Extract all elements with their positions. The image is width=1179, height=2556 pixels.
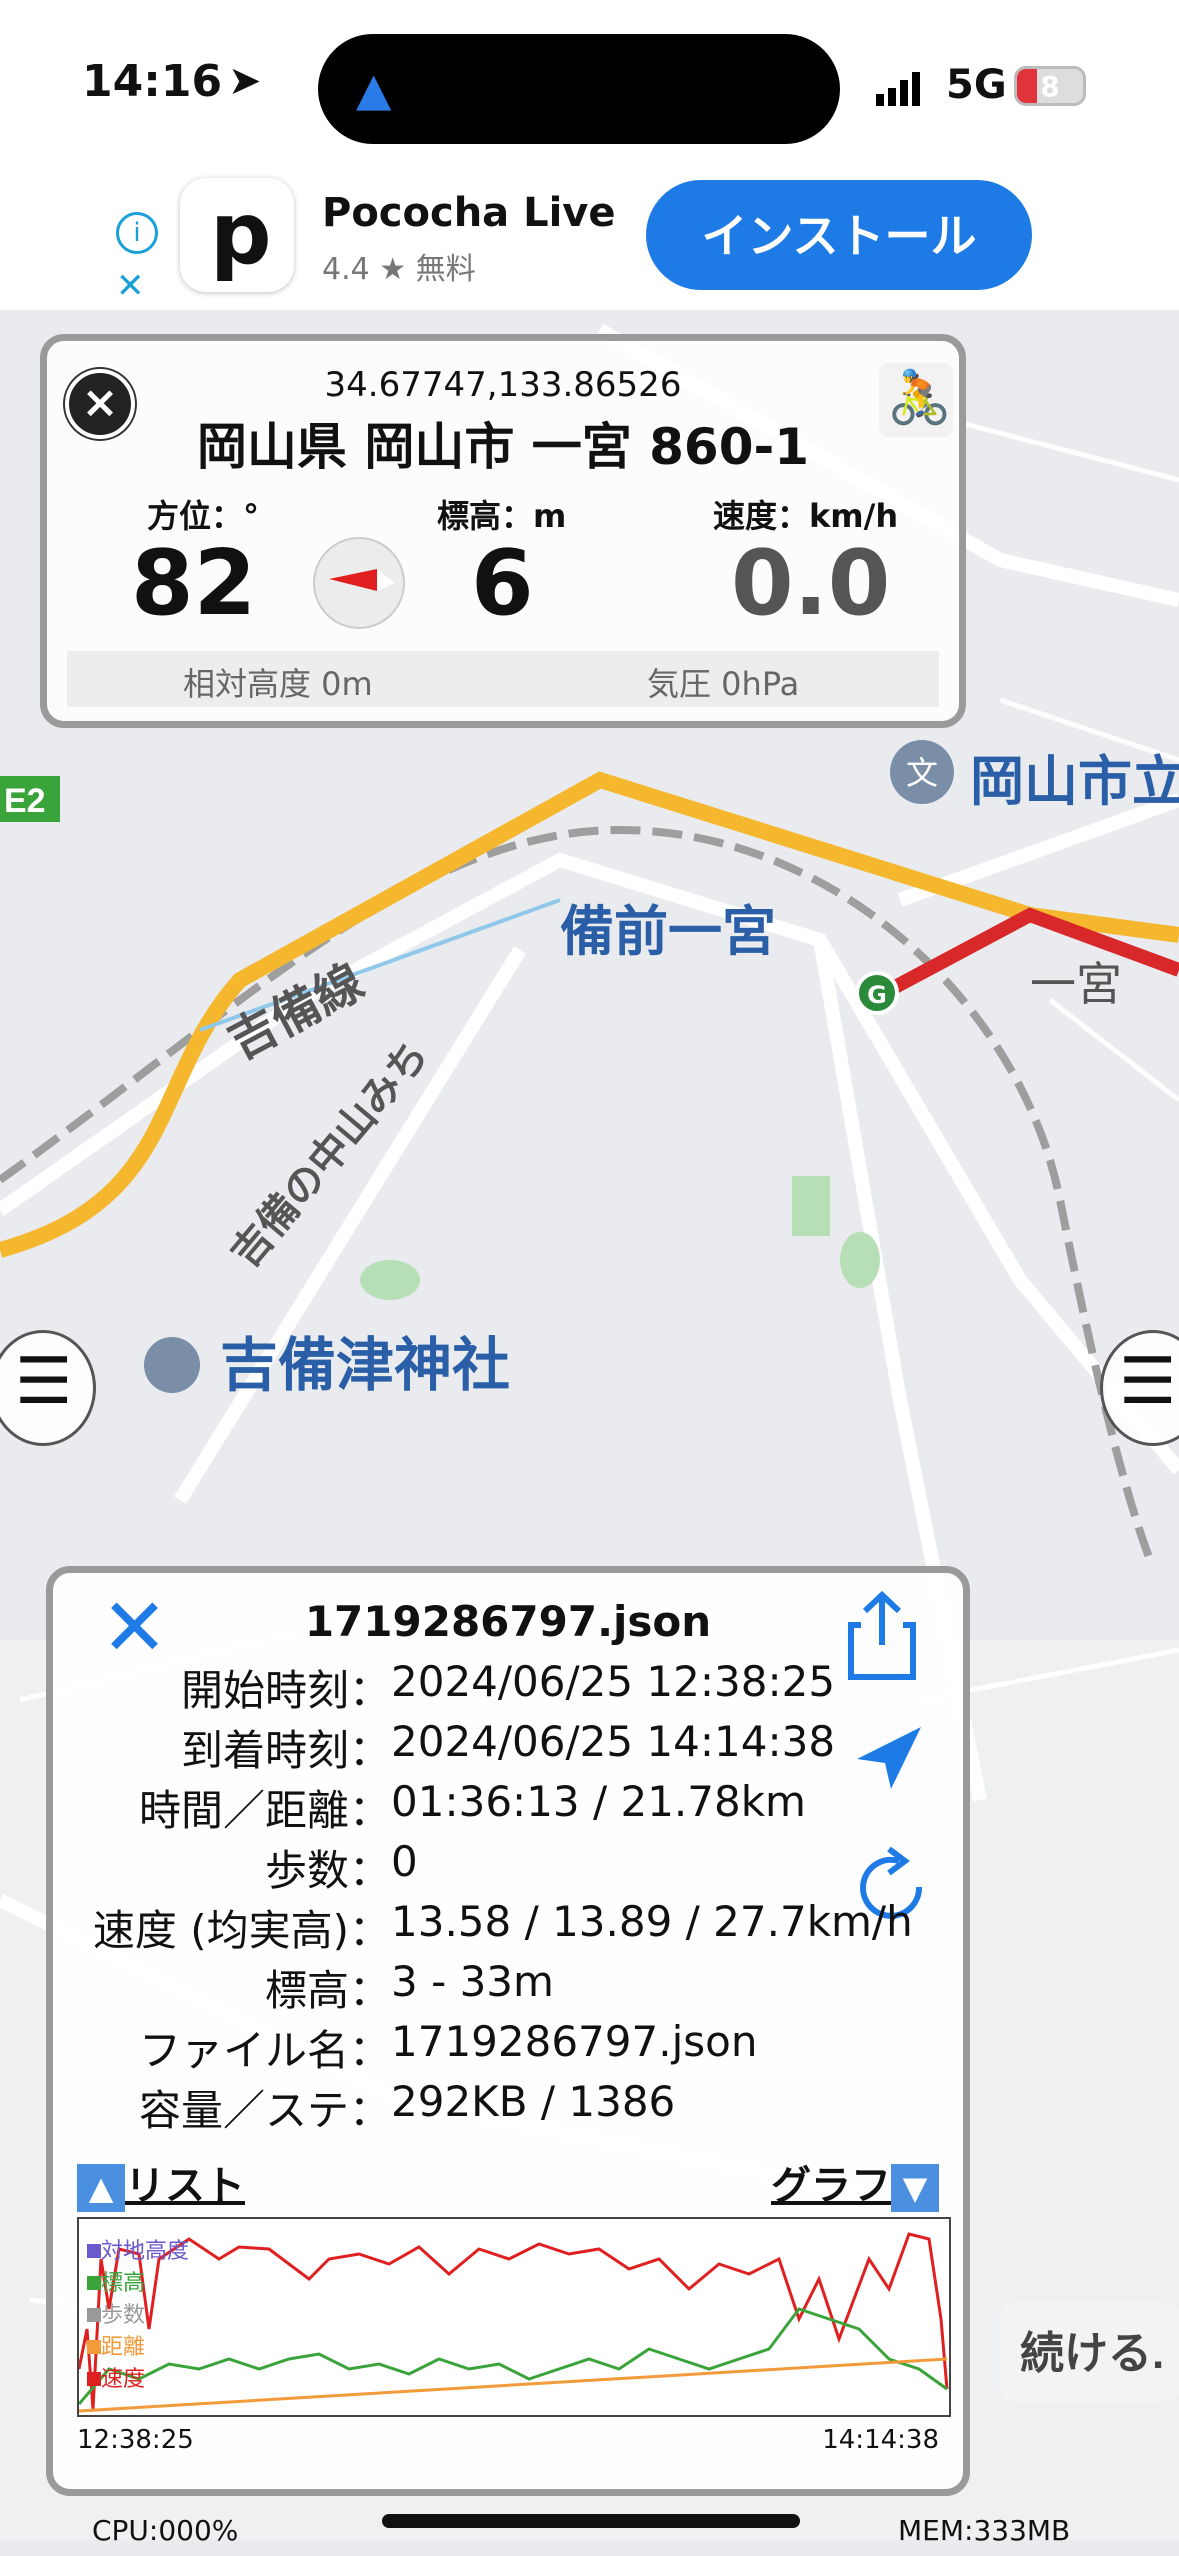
detail-value: 292KB / 1386: [391, 2077, 676, 2126]
list-label: リスト: [125, 2163, 245, 2209]
address: 岡山県 岡山市 一宮 860-1: [196, 418, 810, 476]
menu-icon: ☰: [15, 1345, 73, 1419]
cpu-usage: CPU:000%: [92, 2514, 239, 2547]
detail-key-text: 到着時刻：: [180, 1726, 391, 1775]
navigation-arrow-icon: ▲: [356, 62, 392, 116]
detail-value: 2024/06/25 12:38:25: [391, 1657, 836, 1706]
map-label-ichinomiya: 一宮: [1030, 958, 1122, 1010]
detail-value: 3 - 33m: [391, 1957, 554, 2006]
detail-key-text: 速度 (均実高)：: [92, 1906, 391, 1955]
navigate-icon[interactable]: [853, 1723, 923, 1793]
legend-item: 速度: [87, 2361, 189, 2393]
altitude-value: 6: [471, 531, 534, 636]
ad-rating: 4.4 ★ 無料: [322, 252, 476, 287]
map-label-school: 岡山市立: [970, 752, 1179, 812]
track-chart[interactable]: 対地高度 標高 歩数 距離 速度: [77, 2217, 951, 2417]
list-tab[interactable]: ▲ リスト: [77, 2153, 245, 2212]
expand-up-icon: ▲: [77, 2164, 125, 2212]
map-label-shrine: 吉備津神社: [220, 1333, 510, 1398]
track-panel: ✕ 1719286797.json 開始時刻： 2024/06/25 12:38:…: [46, 1566, 970, 2496]
menu-icon: ☰: [1119, 1345, 1177, 1419]
expand-down-icon: ▼: [891, 2164, 939, 2212]
detail-key-text: 時間／距離：: [138, 1786, 391, 1835]
dynamic-island: ▲: [318, 34, 840, 144]
sub-info-bar: 相対高度 0m 気圧 0hPa: [67, 651, 939, 707]
detail-key-text: 開始時刻：: [180, 1666, 391, 1715]
battery-icon: 8: [1014, 66, 1086, 106]
detail-value: 0: [391, 1837, 418, 1886]
track-file-name: 1719286797.json: [304, 1597, 712, 1646]
detail-key-text: ファイル名：: [138, 2026, 391, 2075]
detail-key-text: 歩数：: [264, 1846, 391, 1895]
map-label-station: 備前一宮: [560, 902, 776, 962]
ad-banner[interactable]: i ✕ p Pococha Live 4.4 ★ 無料 インストール: [0, 170, 1179, 310]
coordinates: 34.67747,133.86526: [324, 365, 682, 405]
detail-value: 01:36:13 / 21.78km: [391, 1777, 806, 1826]
svg-text:文: 文: [906, 754, 938, 792]
location-panel: × 🚴 34.67747,133.86526 岡山県 岡山市 一宮 860-1 …: [40, 334, 966, 728]
speed-value: 0.0: [731, 531, 891, 636]
relative-altitude: 相対高度 0m: [183, 665, 373, 703]
info-icon[interactable]: i: [116, 212, 158, 254]
legend-item: 対地高度: [87, 2233, 189, 2265]
battery-level: 8: [1040, 70, 1060, 103]
detail-key-text: 標高：: [264, 1966, 391, 2015]
legend-item: 距離: [87, 2329, 189, 2361]
detail-value: 2024/06/25 14:14:38: [391, 1717, 836, 1766]
series-elevation-line: [77, 2307, 948, 2405]
home-indicator: [382, 2514, 800, 2528]
series-speed-line: [77, 2232, 949, 2410]
legend-item: 歩数: [87, 2297, 189, 2329]
close-icon[interactable]: ✕: [116, 266, 145, 306]
share-icon[interactable]: [843, 1589, 921, 1683]
status-bar: 14:16 ➤ ▲ 5G 8: [0, 0, 1179, 170]
legend-item: 標高: [87, 2265, 189, 2297]
heading-value: 82: [131, 531, 257, 636]
memory-usage: MEM:333MB: [898, 2514, 1071, 2547]
svg-text:G: G: [867, 981, 887, 1009]
map-label-e2: E2: [4, 782, 46, 820]
status-time: 14:16: [82, 56, 223, 107]
compass-icon: [313, 537, 405, 629]
chart-start-time: 12:38:25: [77, 2425, 194, 2455]
detail-key-text: 容量／ステ：: [138, 2086, 391, 2135]
detail-value: 1719286797.json: [391, 2017, 758, 2066]
detail-value: 13.58 / 13.89 / 27.7km/h: [391, 1897, 913, 1946]
network-type: 5G: [946, 62, 1007, 108]
chart-end-time: 14:14:38: [822, 2425, 939, 2455]
graph-tab[interactable]: グラフ ▼: [771, 2153, 939, 2212]
chart-legend: 対地高度 標高 歩数 距離 速度: [87, 2233, 189, 2393]
pressure: 気圧 0hPa: [647, 665, 800, 703]
signal-icon: [876, 72, 920, 106]
graph-label: グラフ: [771, 2163, 891, 2209]
install-button[interactable]: インストール: [646, 180, 1032, 290]
app-icon[interactable]: p: [180, 178, 294, 292]
ad-app-name: Pococha Live: [322, 190, 616, 236]
svg-text:続ける.: 続ける.: [1020, 2329, 1164, 2378]
location-arrow-icon: ➤: [228, 58, 262, 104]
